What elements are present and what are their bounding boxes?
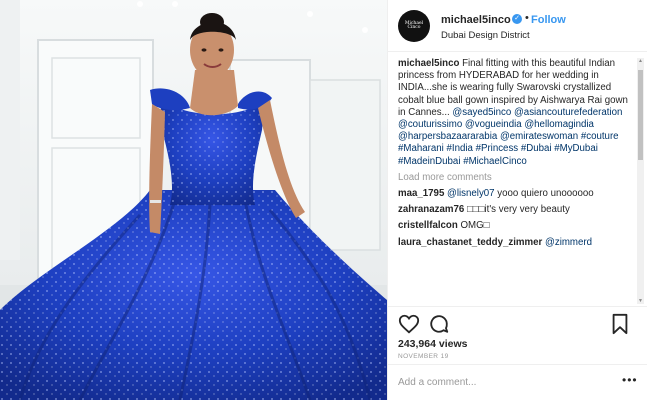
caption-tag[interactable]: @vogueindia xyxy=(465,119,522,130)
list-item: maa_1795 @lisnely07 yooo quiero unoooooo xyxy=(398,188,633,200)
comment-mention[interactable]: @lisnely07 xyxy=(447,188,495,199)
comment-text: □□□it's very very beauty xyxy=(466,204,570,216)
caption-tag[interactable]: #MyDubai xyxy=(554,143,598,154)
scroll-down-arrow-icon[interactable]: ▼ xyxy=(637,298,644,304)
caption-tag[interactable]: #Maharani xyxy=(398,143,444,154)
comment-mention[interactable]: @zimmerd xyxy=(545,237,592,248)
post-header: Michael Cinco michael5inco ✓ • Follow Du… xyxy=(388,0,647,52)
caption-tag[interactable]: #couture xyxy=(581,131,619,142)
comment-username[interactable]: maa_1795 xyxy=(398,188,444,199)
comment-text: OMG□ xyxy=(460,220,490,232)
post-side-panel: Michael Cinco michael5inco ✓ • Follow Du… xyxy=(387,0,647,400)
comment-username[interactable]: zahranazam76 xyxy=(398,204,464,215)
location-link[interactable]: Dubai Design District xyxy=(441,30,530,41)
post-actions: 243,964 views NOVEMBER 19 xyxy=(388,306,647,362)
load-more-comments-button[interactable]: Load more comments xyxy=(398,172,633,184)
caption-tag[interactable]: @sayed5inco xyxy=(452,107,511,118)
follow-button[interactable]: Follow xyxy=(531,14,566,26)
comment-icon[interactable] xyxy=(428,313,450,335)
comments-list[interactable]: michael5inco Final fitting with this bea… xyxy=(398,58,633,304)
more-options-icon[interactable]: ••• xyxy=(622,374,638,386)
caption-tag[interactable]: #Dubai xyxy=(521,143,552,154)
comment-text: yooo quiero unoooooo xyxy=(497,188,594,200)
list-item: zahranazam76 □□□it's very very beauty xyxy=(398,204,633,216)
caption-tag[interactable]: @couturissimo xyxy=(398,119,462,130)
caption-tag[interactable]: #MadeinDubai xyxy=(398,156,460,167)
comment-username[interactable]: laura_chastanet_teddy_zimmer xyxy=(398,237,542,248)
verified-icon: ✓ xyxy=(512,14,522,24)
caption-tag[interactable]: @emirateswoman xyxy=(500,131,578,142)
comments-scrollbar[interactable]: ▲ ▼ xyxy=(637,58,644,304)
bookmark-icon[interactable] xyxy=(610,313,630,335)
heart-icon[interactable] xyxy=(398,313,420,335)
caption: michael5inco Final fitting with this bea… xyxy=(398,58,633,168)
caption-tag[interactable]: #Princess xyxy=(476,143,519,154)
caption-tag[interactable]: #India xyxy=(446,143,472,154)
view-count[interactable]: 243,964 views xyxy=(398,338,467,350)
scrollbar-thumb[interactable] xyxy=(638,70,643,160)
separator-dot: • xyxy=(525,12,529,24)
post-photo-illustration xyxy=(0,0,387,400)
avatar[interactable]: Michael Cinco xyxy=(398,10,430,42)
caption-tag[interactable]: @asiancouturefederation xyxy=(514,107,622,118)
caption-tag[interactable]: #MichaelCinco xyxy=(463,156,527,167)
add-comment-bar: ••• xyxy=(388,364,647,400)
add-comment-input[interactable] xyxy=(398,373,618,391)
list-item: cristellfalcon OMG□ xyxy=(398,220,633,232)
caption-tag[interactable]: @hellomagindia xyxy=(524,119,594,130)
post-photo xyxy=(0,0,387,400)
caption-tag[interactable]: @harpersbazaararabia xyxy=(398,131,497,142)
scroll-up-arrow-icon[interactable]: ▲ xyxy=(637,58,644,64)
caption-username[interactable]: michael5inco xyxy=(398,58,459,69)
username-link[interactable]: michael5inco xyxy=(441,14,511,26)
list-item: laura_chastanet_teddy_zimmer @zimmerd xyxy=(398,237,633,249)
post-date[interactable]: NOVEMBER 19 xyxy=(398,353,449,360)
comment-username[interactable]: cristellfalcon xyxy=(398,220,458,231)
